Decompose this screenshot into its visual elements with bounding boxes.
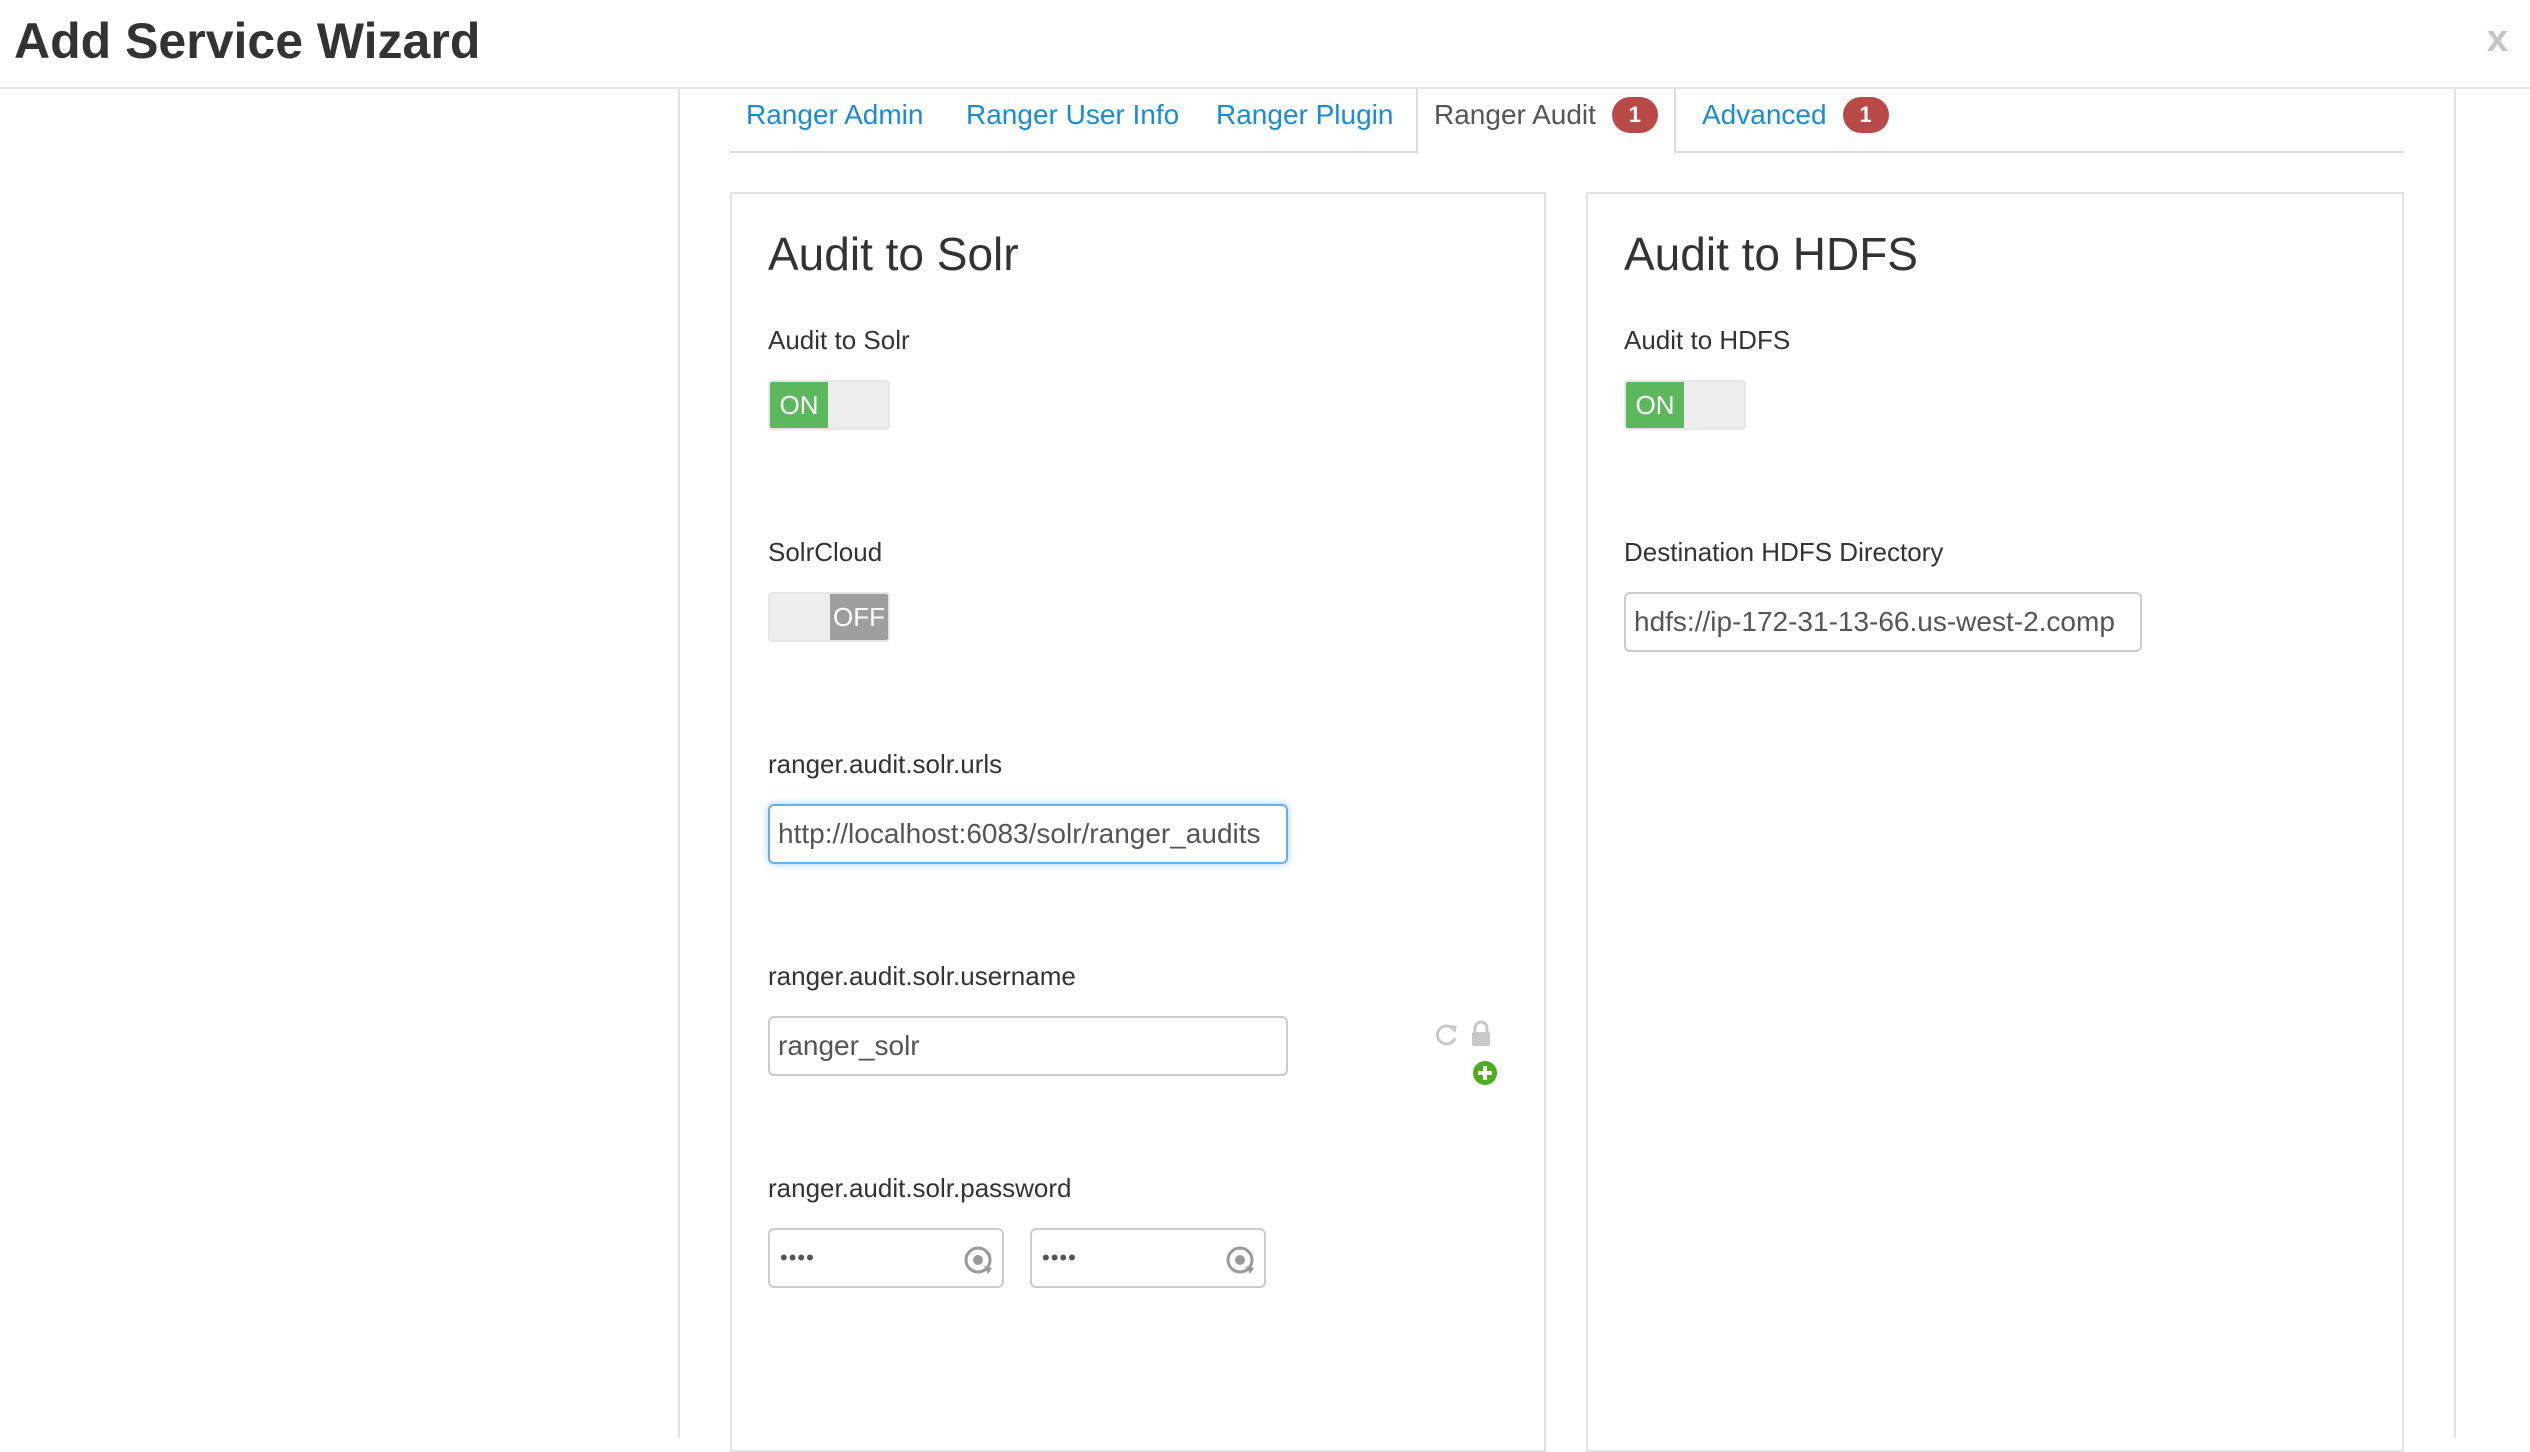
tab-label: Ranger Plugin (1216, 99, 1394, 130)
tabs-bar: Ranger Admin Ranger User Info Ranger Plu… (730, 89, 2404, 155)
solr-password-label: ranger.audit.solr.password (768, 1173, 1072, 1203)
solr-username-label: ranger.audit.solr.username (768, 961, 1076, 991)
toggle-off-label: OFF (830, 594, 888, 640)
modal-title: Add Service Wizard (14, 13, 481, 69)
solrcloud-label: SolrCloud (768, 537, 883, 567)
solr-urls-label: ranger.audit.solr.urls (768, 749, 1003, 779)
solr-password-input[interactable]: •••• (768, 1228, 1004, 1288)
left-divider (678, 89, 680, 1438)
toggle-on-label: ON (1626, 382, 1684, 428)
eye-icon[interactable] (962, 1244, 994, 1276)
solr-urls-input[interactable]: http://localhost:6083/solr/ranger_audits (768, 804, 1288, 864)
solrcloud-toggle[interactable]: OFF (768, 592, 890, 642)
panel-title: Audit to Solr (768, 228, 1019, 280)
right-divider (2454, 89, 2456, 1438)
tab-label: Advanced (1702, 99, 1827, 130)
tab-label: Ranger Admin (746, 99, 924, 130)
hdfs-directory-label: Destination HDFS Directory (1624, 537, 1944, 567)
tab-badge: 1 (1842, 97, 1889, 133)
tab-ranger-audit[interactable]: Ranger Audit 1 (1416, 89, 1676, 155)
audit-to-hdfs-panel: Audit to HDFS Audit to HDFS ON Destinati… (1586, 192, 2404, 1452)
tab-badge: 1 (1611, 97, 1658, 133)
tab-advanced[interactable]: Advanced 1 (1702, 89, 1889, 153)
solr-password-confirm-input[interactable]: •••• (1030, 1228, 1266, 1288)
audit-to-solr-panel: Audit to Solr Audit to Solr ON SolrCloud… (730, 192, 1546, 1452)
audit-to-hdfs-toggle[interactable]: ON (1624, 380, 1746, 430)
panel-title: Audit to HDFS (1624, 228, 1918, 280)
modal-header: Add Service Wizard x (0, 0, 2530, 89)
audit-to-solr-label: Audit to Solr (768, 325, 910, 355)
refresh-icon[interactable] (1434, 1022, 1460, 1048)
tab-ranger-admin[interactable]: Ranger Admin (746, 89, 923, 153)
audit-to-solr-toggle[interactable]: ON (768, 380, 890, 430)
tab-label: Ranger Audit (1434, 99, 1596, 130)
hdfs-directory-input[interactable]: hdfs://ip-172-31-13-66.us-west-2.comp (1624, 592, 2142, 652)
audit-to-hdfs-label: Audit to HDFS (1624, 325, 1791, 355)
eye-icon[interactable] (1224, 1244, 1256, 1276)
plus-circle-icon[interactable] (1472, 1060, 1498, 1086)
lock-icon[interactable] (1470, 1020, 1492, 1048)
password-mask: •••• (1042, 1245, 1077, 1270)
solr-username-input[interactable]: ranger_solr (768, 1016, 1288, 1076)
password-mask: •••• (780, 1245, 815, 1270)
tab-ranger-user-info[interactable]: Ranger User Info (966, 89, 1179, 153)
toggle-on-label: ON (770, 382, 828, 428)
tab-label: Ranger User Info (966, 99, 1180, 130)
tab-ranger-plugin[interactable]: Ranger Plugin (1216, 89, 1393, 153)
close-button[interactable]: x (2487, 14, 2508, 64)
